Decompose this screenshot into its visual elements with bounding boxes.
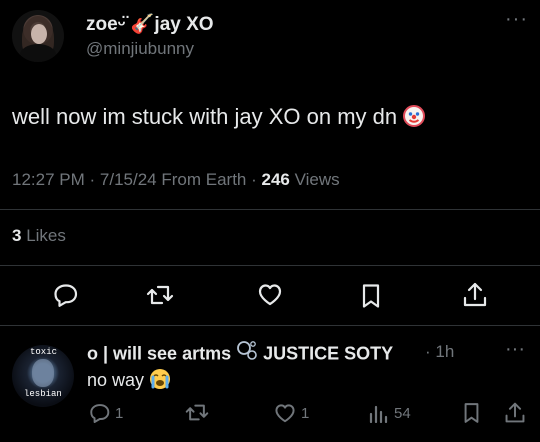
share-icon[interactable] <box>504 401 526 425</box>
divider <box>0 209 540 210</box>
author-name-text: zoeᵕ̈ 🎸jay XO <box>86 14 214 35</box>
retweet-icon[interactable] <box>185 402 209 423</box>
more-options-icon[interactable]: ··· <box>505 8 528 31</box>
reply-likes-count: 1 <box>301 405 310 422</box>
post-text: well now im stuck with jay XO on my dn <box>12 104 426 130</box>
reply-icon[interactable] <box>89 403 111 423</box>
views-count: 246 <box>261 170 290 189</box>
reply-replies-count: 1 <box>115 405 124 422</box>
reply-views-count: 54 <box>394 405 411 422</box>
reply-time[interactable]: · 1h <box>425 342 454 362</box>
bookmark-icon[interactable] <box>462 402 481 424</box>
avatar-caption-bottom: lesbian <box>24 389 62 399</box>
author-handle[interactable]: @minjiubunny <box>86 39 194 59</box>
views-icon[interactable] <box>368 403 388 423</box>
reply-author-name-part2: JUSTICE SOTY <box>263 343 394 364</box>
avatar-caption-top: toxic <box>30 347 58 357</box>
post-source: From Earth <box>161 170 247 189</box>
divider <box>0 265 540 266</box>
clown-emoji <box>403 105 426 128</box>
post-time[interactable]: 12:27 PM <box>12 170 85 189</box>
bubbles-icon <box>236 339 258 366</box>
likes-label: Likes <box>26 226 66 245</box>
reply-author-name[interactable]: o | will see artms JUSTICE SOTY <box>87 341 393 368</box>
views-label: Views <box>294 170 340 189</box>
reply-author-name-part1: o | will see artms <box>87 343 232 364</box>
post-date[interactable]: 7/15/24 <box>100 170 157 189</box>
divider <box>0 325 540 326</box>
crying-emoji <box>149 368 171 390</box>
retweet-icon[interactable] <box>146 283 174 307</box>
bookmark-icon[interactable] <box>360 283 382 309</box>
heart-icon[interactable] <box>273 403 297 424</box>
post-text-body: well now im stuck with jay XO on my dn <box>12 104 398 129</box>
reply-text-body: no way <box>87 370 145 390</box>
reply-icon[interactable] <box>53 283 79 307</box>
post-meta: 12:27 PM · 7/15/24 From Earth · 246 View… <box>12 170 340 189</box>
reply-text: no way <box>87 368 171 392</box>
author-avatar[interactable] <box>12 10 64 62</box>
reply-author-avatar[interactable]: toxic lesbian <box>12 345 74 407</box>
reply-time-value: 1h <box>435 342 455 361</box>
heart-icon[interactable] <box>256 283 284 307</box>
likes-count: 3 <box>12 226 22 245</box>
likes-summary[interactable]: 3 Likes <box>12 226 66 246</box>
more-options-icon[interactable]: ··· <box>505 338 525 361</box>
share-icon[interactable] <box>462 281 488 309</box>
author-display-name[interactable]: zoeᵕ̈ 🎸jay XO <box>86 12 214 36</box>
